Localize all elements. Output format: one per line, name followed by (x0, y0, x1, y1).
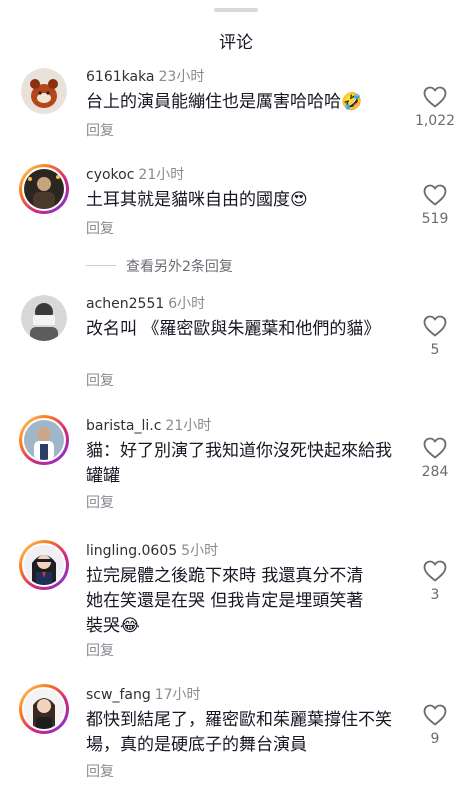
avatar-picture (24, 545, 64, 585)
like-button[interactable]: 1,022 (405, 86, 465, 129)
comment-meta: 6161kaka 23小时 (86, 66, 204, 86)
avatar-picture (21, 295, 67, 341)
username[interactable]: scw_fang (86, 687, 151, 703)
sheet-title: 评论 (219, 33, 253, 53)
timestamp: 17小时 (154, 687, 201, 703)
comment-text: 拉完屍體之後跪下來時 我還真分不清她在笑還是在哭 但我肯定是埋頭笑著裝哭😂 (86, 566, 364, 636)
avatar-image (21, 68, 67, 114)
avatar-picture (24, 689, 64, 729)
avatar-picture-art (21, 68, 67, 114)
like-count: 519 (421, 211, 449, 227)
username[interactable]: cyokoc (86, 167, 134, 183)
avatar-picture-art (21, 295, 67, 341)
divider (86, 265, 116, 266)
avatar[interactable] (19, 540, 69, 590)
comment-meta: barista_li.c 21小时 (86, 415, 211, 435)
reply-button[interactable]: 回复 (86, 120, 114, 140)
timestamp: 23小时 (158, 69, 205, 85)
avatar-image (22, 543, 66, 587)
drag-handle[interactable] (214, 8, 258, 12)
heart-outline-icon (423, 704, 447, 726)
username[interactable]: barista_li.c (86, 418, 161, 434)
like-button[interactable]: 519 (405, 184, 465, 227)
reply-button[interactable]: 回复 (86, 640, 114, 660)
comment-meta: achen2551 6小时 (86, 293, 205, 313)
comment-text: 都快到結尾了，羅密歐和茱麗葉撐住不笑場，真的是硬底子的舞台演員 (86, 710, 392, 755)
heart-outline-icon (423, 184, 447, 206)
username[interactable]: lingling.0605 (86, 543, 177, 559)
like-count: 1,022 (414, 113, 456, 129)
avatar-image (21, 295, 67, 341)
timestamp: 6小时 (168, 296, 206, 312)
avatar-picture (24, 169, 64, 209)
view-more-replies-label[interactable]: 查看另外2条回复 (126, 256, 233, 276)
reply-button[interactable]: 回复 (86, 761, 114, 781)
like-button[interactable]: 284 (405, 437, 465, 480)
comment-meta: lingling.0605 5小时 (86, 540, 218, 560)
timestamp: 5小时 (181, 543, 219, 559)
like-count: 284 (421, 464, 449, 480)
username[interactable]: 6161kaka (86, 69, 155, 85)
avatar-image (22, 418, 66, 462)
username[interactable]: achen2551 (86, 296, 164, 312)
timestamp: 21小时 (138, 167, 185, 183)
avatar[interactable] (19, 164, 69, 214)
avatar-image (22, 687, 66, 731)
comment-text: 貓：好了別演了我知道你沒死快起來給我罐罐 (86, 441, 392, 486)
comment-text: 台上的演員能繃住也是厲害哈哈哈🤣 (86, 92, 363, 112)
comment-meta: cyokoc 21小时 (86, 164, 184, 184)
avatar[interactable] (19, 66, 69, 116)
avatar-picture-art (24, 169, 64, 209)
heart-outline-icon (423, 560, 447, 582)
like-button[interactable]: 3 (405, 560, 465, 603)
reply-button[interactable]: 回复 (86, 370, 114, 390)
like-count: 3 (430, 587, 440, 603)
like-button[interactable]: 5 (405, 315, 465, 358)
view-more-replies[interactable]: 查看另外2条回复 (0, 256, 472, 276)
like-button[interactable]: 9 (405, 704, 465, 747)
avatar-picture (21, 68, 67, 114)
heart-outline-icon (423, 315, 447, 337)
avatar-picture-art (24, 689, 64, 729)
heart-outline-icon (423, 86, 447, 108)
avatar[interactable] (19, 415, 69, 465)
comments-sheet: 评论 6161kaka 23小时 台上的演員能繃住也是厲害哈哈哈🤣 回复 1,0… (0, 0, 472, 800)
heart-outline-icon (423, 437, 447, 459)
comment-text: 土耳其就是貓咪自由的國度😍 (86, 190, 308, 210)
avatar[interactable] (19, 684, 69, 734)
like-count: 9 (430, 731, 440, 747)
reply-button[interactable]: 回复 (86, 492, 114, 512)
reply-button[interactable]: 回复 (86, 218, 114, 238)
avatar-image (22, 167, 66, 211)
avatar[interactable] (19, 293, 69, 343)
avatar-picture-art (24, 545, 64, 585)
like-count: 5 (430, 342, 440, 358)
avatar-picture-art (24, 420, 64, 460)
comment-text: 改名叫 《羅密歐與朱麗葉和他們的貓》 (86, 319, 381, 339)
timestamp: 21小时 (165, 418, 212, 434)
avatar-picture (24, 420, 64, 460)
comment-meta: scw_fang 17小时 (86, 684, 201, 704)
